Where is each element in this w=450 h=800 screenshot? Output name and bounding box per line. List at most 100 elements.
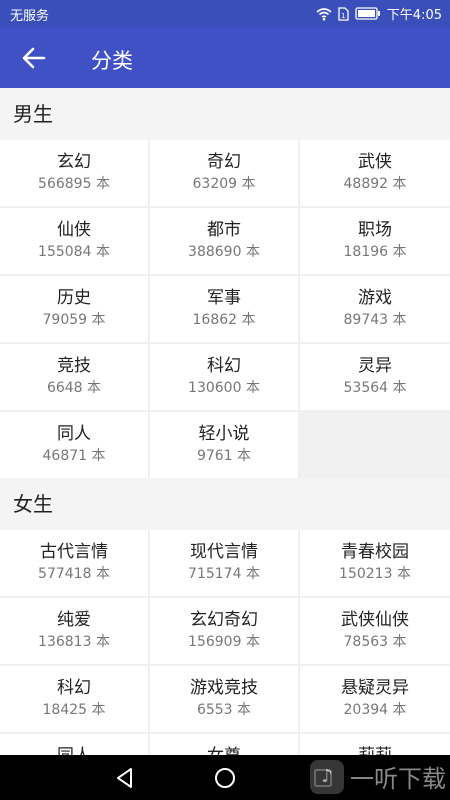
category-item[interactable]: 玄幻 566895 本 xyxy=(0,140,148,206)
category-count: 79059 本 xyxy=(42,312,106,328)
category-count: 89743 本 xyxy=(343,312,407,328)
category-item[interactable]: 玄幻奇幻 156909 本 xyxy=(150,598,298,664)
category-count: 48892 本 xyxy=(343,176,407,192)
category-list[interactable]: 男生 玄幻 566895 本 奇幻 63209 本 武侠 48892 本 仙侠 1550… xyxy=(0,88,450,755)
category-item[interactable]: 轻小说 9761 本 xyxy=(150,412,298,478)
category-item[interactable]: 职场 18196 本 xyxy=(300,208,450,274)
category-name: 武侠仙侠 xyxy=(341,610,409,630)
category-item[interactable]: 奇幻 63209 本 xyxy=(150,140,298,206)
svg-text:1: 1 xyxy=(341,12,345,20)
status-icons: 1 下午4:05 xyxy=(316,4,442,23)
app-bar: 分类 xyxy=(0,27,450,88)
category-name: 现代言情 xyxy=(190,542,258,562)
carrier-text: 无服务 xyxy=(10,9,50,24)
category-item[interactable]: 灵异 53564 本 xyxy=(300,344,450,410)
category-item[interactable]: 历史 79059 本 xyxy=(0,276,148,342)
category-item[interactable]: 武侠 48892 本 xyxy=(300,140,450,206)
category-item[interactable]: 悬疑灵异 20394 本 xyxy=(300,666,450,732)
category-item[interactable]: 科幻 130600 本 xyxy=(150,344,298,410)
category-name: 女尊 xyxy=(150,734,298,755)
page-title: 分类 xyxy=(91,49,133,73)
category-item[interactable]: 同人 46871 本 xyxy=(0,412,148,478)
category-grid-male: 玄幻 566895 本 奇幻 63209 本 武侠 48892 本 仙侠 155084 … xyxy=(0,140,450,478)
category-item[interactable]: 游戏竞技 6553 本 xyxy=(150,666,298,732)
category-count: 78563 本 xyxy=(343,634,407,650)
category-count: 20394 本 xyxy=(343,702,407,718)
category-item[interactable]: 仙侠 155084 本 xyxy=(0,208,148,274)
category-item[interactable]: 莉莉 xyxy=(300,734,450,755)
category-item[interactable]: 现代言情 715174 本 xyxy=(150,530,298,596)
category-item[interactable]: 古代言情 577418 本 xyxy=(0,530,148,596)
category-name: 悬疑灵异 xyxy=(341,678,409,698)
music-note-icon: ♪ xyxy=(310,759,344,794)
category-count: 136813 本 xyxy=(38,634,110,650)
category-grid-female: 古代言情 577418 本 现代言情 715174 本 青春校园 150213 本 纯… xyxy=(0,530,450,755)
category-count: 388690 本 xyxy=(188,244,260,260)
sim-icon: 1 xyxy=(338,6,349,21)
category-name: 玄幻奇幻 xyxy=(190,610,258,630)
category-item[interactable]: 纯爱 136813 本 xyxy=(0,598,148,664)
category-name: 军事 xyxy=(207,288,241,308)
category-name: 武侠 xyxy=(358,152,392,172)
category-count: 9761 本 xyxy=(196,448,252,464)
category-item[interactable]: 科幻 18425 本 xyxy=(0,666,148,732)
category-count: 715174 本 xyxy=(188,566,260,582)
category-name: 玄幻 xyxy=(57,152,91,172)
category-name: 同人 xyxy=(0,734,148,755)
section-male: 男生 玄幻 566895 本 奇幻 63209 本 武侠 48892 本 仙侠 1550… xyxy=(0,88,450,478)
category-name: 科幻 xyxy=(207,356,241,376)
section-title-male: 男生 xyxy=(0,88,450,140)
watermark: ♪ 一听下载 xyxy=(310,759,446,794)
category-name: 古代言情 xyxy=(40,542,108,562)
category-count: 46871 本 xyxy=(42,448,106,464)
category-name: 莉莉 xyxy=(300,734,450,755)
category-count: 53564 本 xyxy=(343,380,407,396)
category-name: 游戏 xyxy=(358,288,392,308)
category-item[interactable]: 青春校园 150213 本 xyxy=(300,530,450,596)
category-count: 130600 本 xyxy=(188,380,260,396)
category-item[interactable]: 游戏 89743 本 xyxy=(300,276,450,342)
category-count: 577418 本 xyxy=(38,566,110,582)
category-count: 18425 本 xyxy=(42,702,106,718)
category-name: 游戏竞技 xyxy=(190,678,258,698)
category-item[interactable]: 军事 16862 本 xyxy=(150,276,298,342)
home-circle-icon[interactable] xyxy=(210,763,240,793)
category-name: 奇幻 xyxy=(207,152,241,172)
category-name: 轻小说 xyxy=(198,424,250,444)
category-name: 历史 xyxy=(57,288,91,308)
category-count: 18196 本 xyxy=(343,244,407,260)
category-name: 纯爱 xyxy=(57,610,91,630)
arrow-left-icon[interactable] xyxy=(20,44,48,72)
empty-cell xyxy=(300,412,450,478)
category-count: 63209 本 xyxy=(192,176,256,192)
category-item[interactable]: 同人 xyxy=(0,734,148,755)
category-name: 科幻 xyxy=(57,678,91,698)
category-item[interactable]: 武侠仙侠 78563 本 xyxy=(300,598,450,664)
category-name: 同人 xyxy=(57,424,91,444)
clock: 下午4:05 xyxy=(386,8,442,23)
category-count: 6553 本 xyxy=(196,702,252,718)
category-name: 竞技 xyxy=(57,356,91,376)
category-item[interactable]: 都市 388690 本 xyxy=(150,208,298,274)
wifi-icon xyxy=(316,7,332,20)
category-count: 155084 本 xyxy=(38,244,110,260)
status-bar: 无服务 1 下午4:05 xyxy=(0,0,450,27)
category-count: 566895 本 xyxy=(38,176,110,192)
category-name: 职场 xyxy=(358,220,392,240)
category-name: 仙侠 xyxy=(57,220,91,240)
category-name: 青春校园 xyxy=(341,542,409,562)
category-count: 156909 本 xyxy=(188,634,260,650)
watermark-text: 一听下载 xyxy=(350,765,446,793)
section-title-female: 女生 xyxy=(0,478,450,530)
back-triangle-icon[interactable] xyxy=(110,763,140,793)
category-count: 16862 本 xyxy=(192,312,256,328)
category-name: 都市 xyxy=(207,220,241,240)
system-nav-bar: ♪ 一听下载 xyxy=(0,755,450,800)
battery-icon xyxy=(355,7,380,20)
category-name: 灵异 xyxy=(358,356,392,376)
category-item[interactable]: 女尊 xyxy=(150,734,298,755)
category-item[interactable]: 竞技 6648 本 xyxy=(0,344,148,410)
category-count: 150213 本 xyxy=(339,566,411,582)
category-count: 6648 本 xyxy=(46,380,102,396)
section-female: 女生 古代言情 577418 本 现代言情 715174 本 青春校园 150213 … xyxy=(0,478,450,755)
